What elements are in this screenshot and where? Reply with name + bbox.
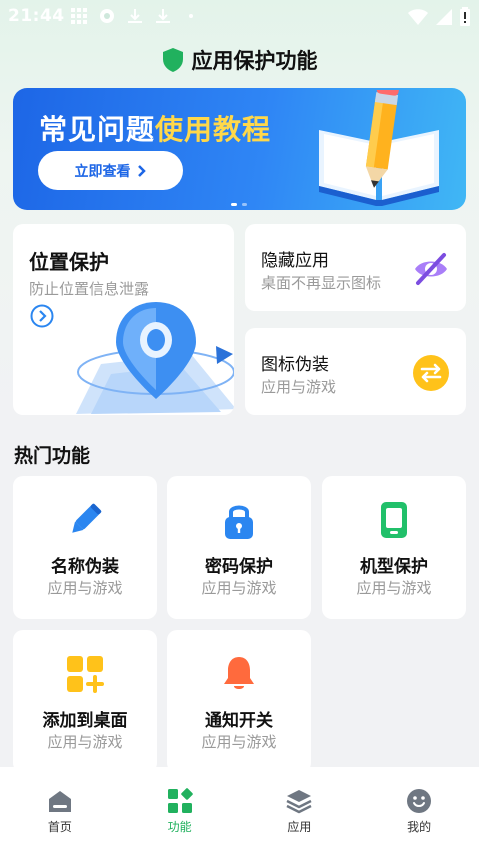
banner-title-part1: 常见问题 — [39, 113, 156, 146]
icon-disguise-card[interactable]: 图标伪装 应用与游戏 — [245, 328, 466, 415]
eye-off-icon — [415, 253, 447, 285]
sync-notification-icon — [100, 9, 114, 23]
page-header: 应用保护功能 — [0, 44, 479, 76]
feature-subtitle: 应用与游戏 — [47, 733, 123, 751]
nav-label: 功能 — [167, 820, 192, 834]
hide-app-subtitle: 桌面不再显示图标 — [261, 274, 382, 292]
feature-title: 通知开关 — [205, 711, 273, 731]
download-icon — [128, 9, 142, 23]
feature-title: 机型保护 — [360, 557, 428, 577]
feature-password-protect[interactable]: 密码保护 应用与游戏 — [167, 476, 311, 619]
location-pin-illustration — [76, 302, 234, 414]
feature-title: 名称伪装 — [51, 557, 119, 577]
feature-subtitle: 应用与游戏 — [201, 733, 277, 751]
page-title: 应用保护功能 — [191, 49, 318, 73]
icon-disguise-subtitle: 应用与游戏 — [261, 378, 337, 396]
feature-title: 添加到桌面 — [42, 711, 128, 731]
feature-subtitle: 应用与游戏 — [47, 579, 123, 597]
banner-title: 常见问题使用教程 — [39, 108, 271, 148]
banner-title-highlight: 使用教程 — [155, 113, 272, 146]
pager-dot — [242, 203, 247, 206]
chevron-right-icon — [137, 164, 146, 177]
feature-subtitle: 应用与游戏 — [356, 579, 432, 597]
nav-item-features[interactable]: 功能 — [120, 767, 240, 851]
smiley-icon — [407, 789, 432, 813]
status-system-icons — [407, 7, 471, 27]
hot-features-heading: 热门功能 — [14, 445, 91, 467]
feature-title: 密码保护 — [205, 557, 273, 577]
location-protection-card[interactable]: 位置保护 防止位置信息泄露 — [13, 224, 234, 415]
layers-icon — [286, 790, 312, 814]
arrow-circle-icon[interactable] — [30, 304, 54, 328]
download-icon — [156, 9, 170, 23]
home-icon — [48, 791, 71, 812]
bottom-navigation: 首页 功能 应用 我的 — [0, 767, 479, 851]
shield-icon — [162, 48, 183, 72]
feature-subtitle: 应用与游戏 — [201, 579, 277, 597]
feature-notification-switch[interactable]: 通知开关 应用与游戏 — [167, 630, 311, 773]
dot-icon — [189, 14, 193, 18]
hide-app-card[interactable]: 隐藏应用 桌面不再显示图标 — [245, 224, 466, 311]
signal-icon — [436, 9, 452, 25]
lock-icon — [225, 505, 253, 539]
feature-add-to-desktop[interactable]: 添加到桌面 应用与游戏 — [13, 630, 157, 773]
add-grid-icon — [67, 656, 104, 693]
bell-icon — [224, 657, 254, 689]
banner-pager — [231, 203, 247, 206]
view-now-label: 立即查看 — [74, 163, 131, 180]
wifi-icon — [408, 9, 428, 25]
grid-icon — [167, 788, 193, 813]
nav-label: 我的 — [407, 820, 432, 834]
feature-device-protect[interactable]: 机型保护 应用与游戏 — [322, 476, 466, 619]
tutorial-banner[interactable]: 常见问题使用教程 立即查看 — [13, 88, 466, 210]
location-card-title: 位置保护 — [29, 250, 109, 274]
feature-name-disguise[interactable]: 名称伪装 应用与游戏 — [13, 476, 157, 619]
nav-item-mine[interactable]: 我的 — [359, 767, 479, 851]
pager-dot-active — [231, 203, 237, 206]
view-now-button[interactable]: 立即查看 — [38, 151, 183, 190]
icon-disguise-title: 图标伪装 — [261, 355, 329, 375]
nav-label: 应用 — [287, 820, 312, 834]
grid-notification-icon — [71, 8, 87, 24]
hide-app-title: 隐藏应用 — [261, 251, 329, 271]
nav-item-home[interactable]: 首页 — [0, 767, 120, 851]
pencil-icon — [72, 503, 102, 533]
battery-icon — [460, 7, 470, 26]
swap-icon — [413, 355, 449, 391]
book-pencil-illustration — [319, 90, 439, 206]
status-notification-icons — [70, 7, 200, 25]
tablet-icon — [381, 502, 407, 538]
nav-label: 首页 — [47, 820, 72, 834]
status-time: 21:44 — [8, 6, 65, 26]
nav-item-apps[interactable]: 应用 — [240, 767, 360, 851]
status-bar: 21:44 — [0, 0, 479, 34]
